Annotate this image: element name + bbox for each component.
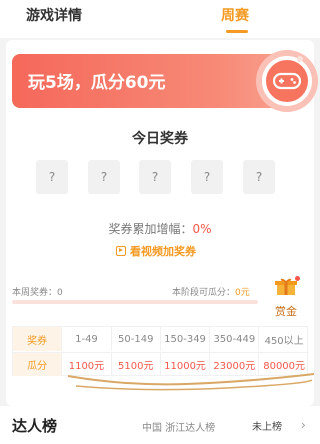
banner-title: 玩5场，瓜分60元 xyxy=(28,73,166,93)
coupon-slot[interactable]: ? xyxy=(139,160,171,194)
promo-banner[interactable]: 玩5场，瓜分60元 xyxy=(12,50,318,112)
section-title-coupons: 今日奖券 xyxy=(132,131,188,147)
leaderboard-region: 中国 浙江达人榜 xyxy=(142,423,216,434)
weekly-coupons: 本周奖券：0 xyxy=(12,285,63,298)
table-row: 奖券 1-49 50-149 150-349 350-449 450以上 xyxy=(13,327,309,351)
reward-button[interactable]: 赏金 xyxy=(268,276,304,320)
info-icon xyxy=(297,56,303,62)
coupon-progress-bar xyxy=(12,300,258,304)
table-cell: 450以上 xyxy=(264,335,304,347)
weekly-coupons-label: 本周奖券： xyxy=(12,288,58,298)
coupon-accum-rate: 奖券累加增幅：0% xyxy=(6,220,314,237)
reward-label: 赏金 xyxy=(275,305,297,318)
leaderboard-title: 达人榜 xyxy=(12,417,58,435)
notification-dot xyxy=(295,276,300,281)
table-cell: 奖券 xyxy=(13,327,63,351)
table-cell: 350-449 xyxy=(210,327,260,351)
stage-share-label: 本阶段可瓜分： xyxy=(172,288,236,298)
table-cell: 50-149 xyxy=(112,327,161,351)
weekly-coupons-value: 0 xyxy=(57,288,63,298)
video-icon xyxy=(116,246,126,256)
coupon-slot[interactable]: ? xyxy=(88,160,120,194)
stage-share-value: 0元 xyxy=(235,288,250,298)
tab-active-indicator xyxy=(226,30,248,33)
coupon-slot[interactable]: ? xyxy=(36,160,68,194)
coupon-slot[interactable]: ? xyxy=(243,160,275,194)
leaderboard-bar[interactable]: 达人榜 中国 浙江达人榜 未上榜 › xyxy=(0,406,320,444)
table-cell: 瓜分 xyxy=(13,353,63,376)
coupon-slot[interactable]: ? xyxy=(191,160,223,194)
chevron-right-icon: › xyxy=(301,418,306,432)
gift-icon xyxy=(275,278,297,295)
hand-drawn-underline xyxy=(67,373,315,391)
gamepad-icon xyxy=(273,72,301,90)
stage-share: 本阶段可瓜分：0元 xyxy=(172,285,250,298)
accum-value: 0% xyxy=(192,222,212,236)
watch-video-button[interactable]: 看视频加奖券 xyxy=(116,243,196,259)
weekly-card: 玩5场，瓜分60元 今日奖券 ? ? ? ? ? 奖券累加增幅：0% 看视频加奖… xyxy=(6,40,318,406)
gamepad-badge xyxy=(256,50,318,112)
tab-weekly[interactable]: 周赛 xyxy=(221,5,249,25)
table-cell: 1-49 xyxy=(62,327,112,351)
leaderboard-status: 未上榜 xyxy=(252,422,282,433)
watch-video-label: 看视频加奖券 xyxy=(130,245,196,258)
tab-game-details[interactable]: 游戏详情 xyxy=(26,5,82,25)
table-cell: 150-349 xyxy=(161,327,211,351)
tab-bar: 游戏详情 周赛 xyxy=(0,0,320,38)
accum-label: 奖券累加增幅： xyxy=(108,222,193,236)
reward-table: 奖券 1-49 50-149 150-349 350-449 450以上 瓜分 … xyxy=(12,326,309,376)
